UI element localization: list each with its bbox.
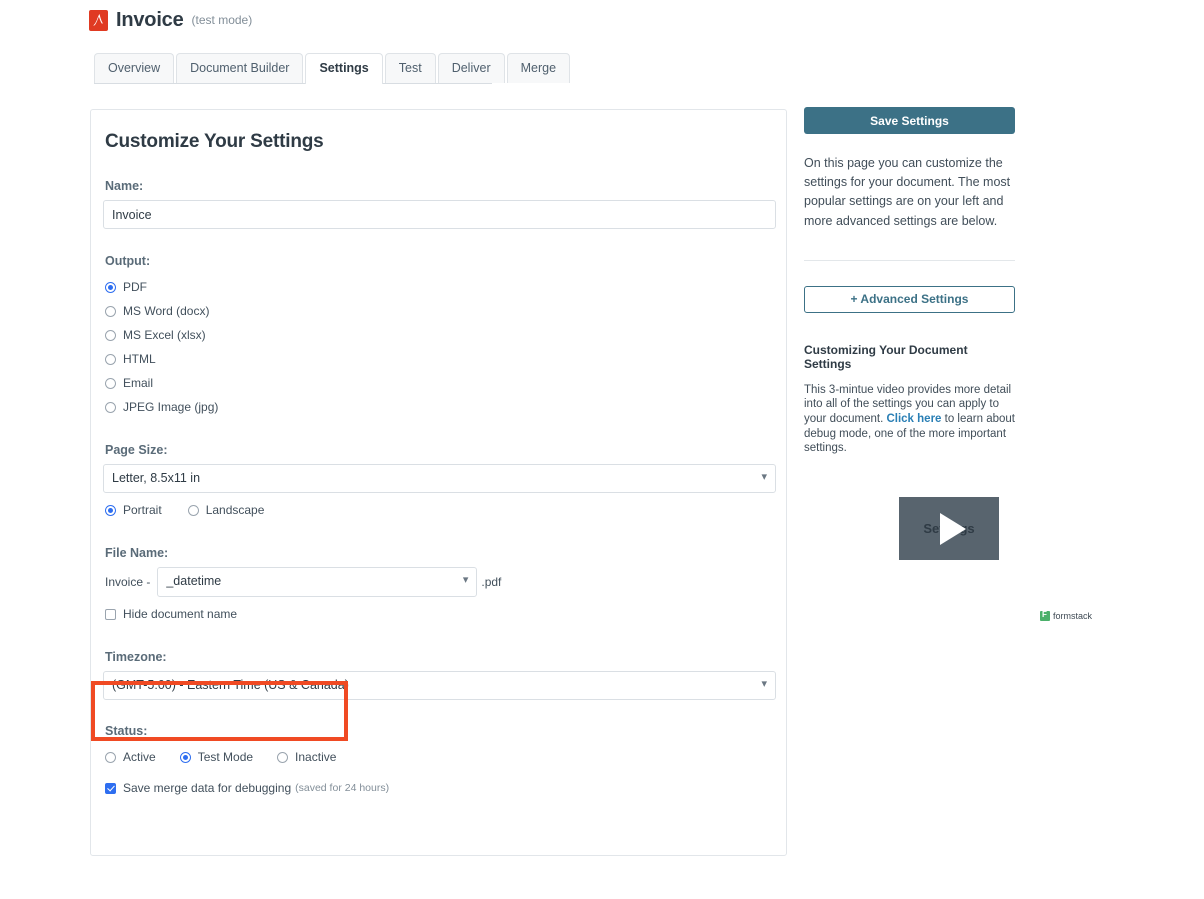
radio-icon[interactable] [277, 752, 288, 763]
save-merge-data-note: (saved for 24 hours) [295, 782, 389, 794]
formstack-wordmark: formstack [1053, 611, 1092, 621]
output-option-label[interactable]: JPEG Image (jpg) [123, 400, 218, 414]
orientation-option-portrait[interactable]: Portrait [105, 498, 162, 522]
help-video-thumbnail[interactable]: Settings [899, 497, 999, 560]
radio-icon[interactable] [105, 402, 116, 413]
name-input[interactable] [103, 200, 776, 229]
radio-icon[interactable] [105, 378, 116, 389]
settings-card: Customize Your Settings Name: Output: PD… [90, 109, 787, 856]
radio-icon[interactable] [105, 306, 116, 317]
tab-test[interactable]: Test [385, 53, 436, 83]
tab-settings[interactable]: Settings [305, 53, 382, 84]
status-option-test-mode[interactable]: Test Mode [180, 745, 253, 769]
tab-merge[interactable]: Merge [507, 53, 570, 83]
output-option-jpeg[interactable]: JPEG Image (jpg) [105, 395, 774, 419]
save-merge-data-label[interactable]: Save merge data for debugging [123, 781, 291, 795]
tab-document-builder[interactable]: Document Builder [176, 53, 303, 83]
tab-deliver[interactable]: Deliver [438, 53, 505, 83]
orientation-option-landscape[interactable]: Landscape [188, 498, 265, 522]
orientation-radio-group: Portrait Landscape [103, 498, 774, 522]
file-name-row: Invoice - _datetime ▾ .pdf [105, 567, 774, 597]
sidebar-help-body: This 3-mintue video provides more detail… [804, 383, 1015, 456]
output-option-ms-word[interactable]: MS Word (docx) [105, 299, 774, 323]
radio-icon[interactable] [188, 505, 199, 516]
document-header: Invoice (test mode) [89, 8, 252, 32]
chevron-down-icon: ▾ [463, 568, 469, 593]
page-title: Invoice [116, 8, 184, 32]
pdf-icon [89, 10, 108, 31]
output-option-label[interactable]: HTML [123, 352, 156, 366]
output-option-label[interactable]: MS Word (docx) [123, 304, 209, 318]
output-option-html[interactable]: HTML [105, 347, 774, 371]
save-settings-button-sidebar[interactable]: Save Settings [804, 107, 1015, 134]
checkbox-icon[interactable] [105, 783, 116, 794]
output-option-label[interactable]: MS Excel (xlsx) [123, 328, 206, 342]
file-name-token-value: _datetime [166, 568, 221, 595]
radio-icon[interactable] [105, 354, 116, 365]
save-merge-data-row[interactable]: Save merge data for debugging (saved for… [105, 776, 774, 800]
file-name-extension: .pdf [481, 575, 501, 589]
output-option-label[interactable]: PDF [123, 280, 147, 294]
timezone-value: (GMT-5:00) - Eastern Time (US & Canada) [112, 672, 349, 699]
formstack-logo: formstack [1040, 611, 1098, 621]
sidebar-help-heading: Customizing Your Document Settings [804, 343, 1015, 371]
output-option-email[interactable]: Email [105, 371, 774, 395]
formstack-mark-icon [1040, 611, 1050, 621]
orientation-option-label[interactable]: Portrait [123, 503, 162, 517]
page-size-value: Letter, 8.5x11 in [112, 465, 200, 492]
checkbox-icon[interactable] [105, 609, 116, 620]
hide-document-name-label[interactable]: Hide document name [123, 607, 237, 621]
radio-icon[interactable] [180, 752, 191, 763]
chevron-down-icon: ▾ [761, 465, 767, 490]
file-name-token-select[interactable]: _datetime ▾ [157, 567, 477, 597]
file-name-prefix: Invoice - [105, 575, 150, 589]
document-mode-label: (test mode) [192, 8, 253, 32]
status-label: Status: [105, 724, 774, 738]
tab-bar: Overview Document Builder Settings Test … [94, 53, 492, 84]
output-option-label[interactable]: Email [123, 376, 153, 390]
output-option-ms-excel[interactable]: MS Excel (xlsx) [105, 323, 774, 347]
radio-icon[interactable] [105, 282, 116, 293]
card-title: Customize Your Settings [105, 131, 774, 153]
status-option-label[interactable]: Test Mode [198, 750, 253, 764]
output-radio-group: PDF MS Word (docx) MS Excel (xlsx) HTML [103, 275, 774, 419]
radio-icon[interactable] [105, 752, 116, 763]
status-option-inactive[interactable]: Inactive [277, 745, 336, 769]
status-radio-group: Active Test Mode Inactive [103, 745, 774, 769]
output-option-pdf[interactable]: PDF [105, 275, 774, 299]
tab-overview[interactable]: Overview [94, 53, 174, 83]
play-icon[interactable] [940, 513, 966, 545]
page-size-label: Page Size: [105, 443, 774, 457]
sidebar: Save Settings On this page you can custo… [804, 107, 1015, 456]
orientation-option-label[interactable]: Landscape [206, 503, 265, 517]
timezone-label: Timezone: [105, 650, 774, 664]
click-here-link[interactable]: Click here [886, 413, 941, 425]
advanced-settings-button[interactable]: + Advanced Settings [804, 286, 1015, 313]
status-option-label[interactable]: Active [123, 750, 156, 764]
timezone-select[interactable]: (GMT-5:00) - Eastern Time (US & Canada) … [103, 671, 776, 700]
status-option-active[interactable]: Active [105, 745, 156, 769]
chevron-down-icon: ▾ [761, 672, 767, 697]
page-size-select[interactable]: Letter, 8.5x11 in ▾ [103, 464, 776, 493]
output-label: Output: [105, 254, 774, 268]
radio-icon[interactable] [105, 330, 116, 341]
file-name-label: File Name: [105, 546, 774, 560]
status-option-label[interactable]: Inactive [295, 750, 336, 764]
hide-document-name-row[interactable]: Hide document name [105, 602, 774, 626]
name-label: Name: [105, 179, 774, 193]
radio-icon[interactable] [105, 505, 116, 516]
sidebar-divider [804, 260, 1015, 261]
page-root: Invoice (test mode) Overview Document Bu… [0, 0, 1204, 899]
sidebar-description: On this page you can customize the setti… [804, 154, 1015, 231]
